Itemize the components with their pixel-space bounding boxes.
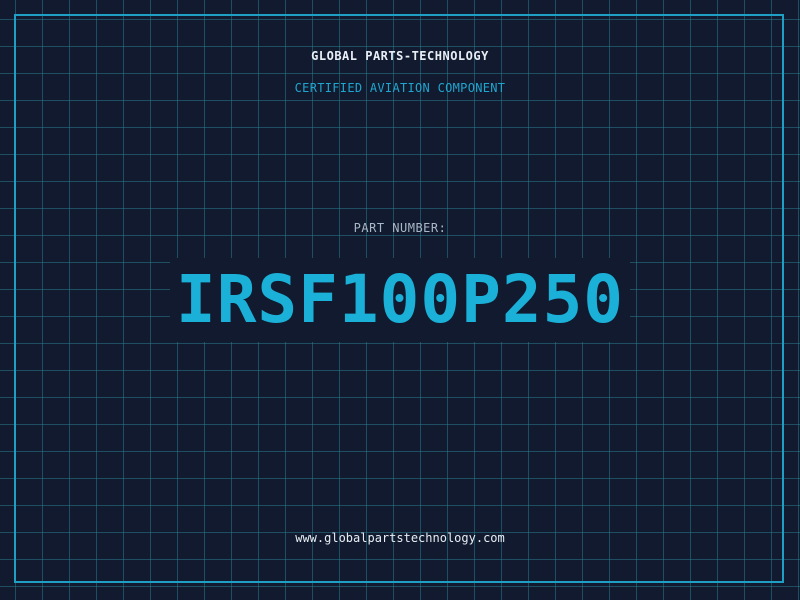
part-number-label: PART NUMBER: bbox=[353, 221, 447, 235]
label-canvas: GLOBAL PARTS-TECHNOLOGY CERTIFIED AVIATI… bbox=[0, 0, 800, 600]
company-name: GLOBAL PARTS-TECHNOLOGY bbox=[311, 49, 489, 63]
part-number-value: IRSF100P250 bbox=[169, 258, 631, 342]
part-number-container: IRSF100P250 bbox=[0, 258, 800, 342]
website-url: www.globalpartstechnology.com bbox=[295, 531, 505, 545]
certification-subtitle: CERTIFIED AVIATION COMPONENT bbox=[294, 81, 506, 95]
